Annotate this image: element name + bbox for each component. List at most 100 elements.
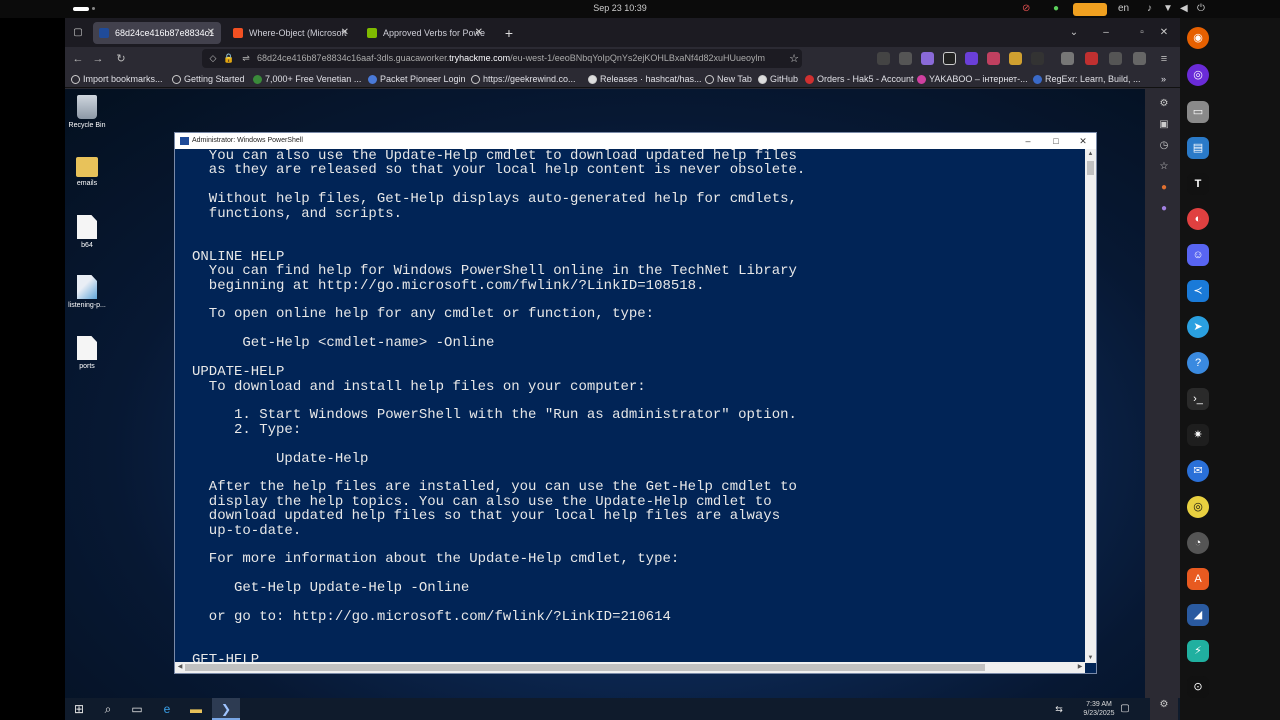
extension-icon[interactable] (1061, 52, 1074, 65)
extension-icon[interactable] (1009, 52, 1022, 65)
close-icon[interactable]: ✕ (1070, 133, 1096, 149)
scroll-right-icon[interactable]: ▶ (1075, 662, 1085, 673)
extension-icon[interactable] (965, 52, 978, 65)
bookmark-item[interactable]: GitHub (758, 72, 798, 86)
show-apps-icon[interactable]: ⊙ (1187, 676, 1209, 698)
scroll-thumb[interactable] (1087, 161, 1094, 175)
extension-icon[interactable]: ▣ (1157, 118, 1171, 132)
minimize-icon[interactable]: – (1015, 133, 1041, 149)
extension-icon[interactable]: ● (1157, 202, 1171, 216)
bookmark-item[interactable]: New Tab (705, 72, 752, 86)
desktop-icon-b64[interactable]: b64 (65, 215, 112, 249)
utility-icon[interactable]: ✷ (1187, 424, 1209, 446)
search-icon[interactable]: ⌕ (94, 698, 122, 720)
help-icon[interactable]: ? (1187, 352, 1209, 374)
wifi-icon[interactable]: ▼ (1163, 2, 1173, 16)
edge-icon[interactable]: e (153, 698, 181, 720)
task-view-icon[interactable]: ▭ (123, 698, 151, 720)
bookmark-star-icon[interactable]: ☆ (785, 50, 803, 68)
power-icon[interactable]: ⏻ (1197, 2, 1205, 16)
music-player-icon[interactable]: ◎ (1187, 496, 1209, 518)
bookmark-item[interactable]: Packet Pioneer Login (368, 72, 466, 86)
reload-icon[interactable]: ↻ (112, 50, 130, 68)
status-badge[interactable] (1073, 3, 1107, 16)
powershell-titlebar[interactable]: Administrator: Windows PowerShell – □ ✕ (175, 133, 1096, 149)
maximize-icon[interactable]: ▫ (1131, 22, 1153, 44)
powershell-taskbar-icon[interactable]: ❯ (212, 698, 240, 720)
desktop-icon-recycle-bin[interactable]: Recycle Bin (65, 95, 112, 129)
language-indicator[interactable]: en (1118, 2, 1129, 16)
tor-browser-icon[interactable]: ◎ (1187, 64, 1209, 86)
shield-icon[interactable]: ● (1053, 2, 1059, 16)
scroll-left-icon[interactable]: ◀ (175, 662, 185, 673)
console-output[interactable]: You can also use the Update-Help cmdlet … (175, 149, 1085, 663)
close-tab-icon[interactable]: ✕ (207, 22, 215, 44)
bookmark-item[interactable]: Releases · hashcat/has... (588, 72, 702, 86)
volume-icon[interactable]: ◀ (1180, 2, 1188, 16)
wireshark-icon[interactable]: ◢ (1187, 604, 1209, 626)
scroll-up-icon[interactable]: ▲ (1085, 149, 1096, 159)
extension-icon[interactable] (1031, 52, 1044, 65)
bookmark-item[interactable]: Orders - Hak5 - Account (805, 72, 914, 86)
lock-icon[interactable]: 🔒 (222, 49, 236, 68)
terminal-icon[interactable]: ›_ (1187, 388, 1209, 410)
more-bookmarks-icon[interactable]: » (1161, 72, 1166, 86)
privacy-icon[interactable]: ⊘ (1022, 2, 1030, 16)
app-icon[interactable]: ◐ (1187, 208, 1209, 230)
disk-icon[interactable]: ◔ (1187, 532, 1209, 554)
tracking-shield-icon[interactable]: ◇ (206, 49, 220, 68)
software-center-icon[interactable]: A (1187, 568, 1209, 590)
scroll-thumb[interactable] (185, 664, 985, 671)
workspace-dot[interactable] (92, 7, 95, 10)
list-tabs-icon[interactable]: ⌄ (1063, 22, 1085, 44)
tab-overview-icon[interactable]: ▢ (67, 22, 89, 44)
bookmark-item[interactable]: YAKABOO – інтернет-... (917, 72, 1028, 86)
extension-icon[interactable] (1085, 52, 1098, 65)
bookmarks-icon[interactable]: ☆ (1157, 160, 1171, 174)
close-tab-icon[interactable]: ✕ (341, 22, 349, 44)
start-icon[interactable]: ⊞ (65, 698, 93, 720)
extension-icon[interactable] (1109, 52, 1122, 65)
activities-indicator[interactable] (73, 7, 89, 11)
firefox-icon[interactable]: ◉ (1187, 27, 1209, 49)
bookmark-item[interactable]: https://geekrewind.co... (471, 72, 576, 86)
customize-icon[interactable]: ⚙ (1157, 698, 1171, 712)
app-icon[interactable]: ⚡ (1187, 640, 1209, 662)
horizontal-scrollbar[interactable]: ◀ ▶ (175, 662, 1085, 673)
desktop-icon-ports[interactable]: ports (65, 336, 112, 370)
document-viewer-icon[interactable]: ▤ (1187, 137, 1209, 159)
desktop-icon-emails[interactable]: emails (65, 153, 112, 187)
tab-guacamole[interactable]: 68d24ce416b87e8834c1 ✕ (93, 22, 221, 44)
vscode-icon[interactable]: ≺ (1187, 280, 1209, 302)
notifications-icon[interactable]: ▢ (1111, 698, 1139, 720)
files-icon[interactable]: ▭ (1187, 101, 1209, 123)
new-tab-button[interactable]: + (499, 22, 519, 44)
extension-icon[interactable] (921, 52, 934, 65)
desktop-icon-listening[interactable]: listening-p... (65, 275, 112, 309)
telegram-icon[interactable]: ➤ (1187, 316, 1209, 338)
network-icon[interactable]: ⇆ (1045, 698, 1073, 720)
extensions-puzzle-icon[interactable] (1133, 52, 1146, 65)
vertical-scrollbar[interactable]: ▲ ▼ (1085, 149, 1096, 663)
system-clock[interactable]: Sep 23 10:39 (560, 3, 680, 13)
bookmark-item[interactable]: Import bookmarks... (71, 72, 163, 86)
bookmark-item[interactable]: Getting Started (172, 72, 245, 86)
file-explorer-icon[interactable]: ▬ (182, 698, 210, 720)
remote-desktop[interactable]: Recycle Bin emails b64 listening-p... po… (65, 89, 1145, 698)
tab-where-object[interactable]: Where-Object (Microsoft ✕ (227, 22, 355, 44)
maximize-icon[interactable]: □ (1043, 133, 1069, 149)
permissions-icon[interactable]: ⇌ (239, 49, 253, 68)
url-bar[interactable]: ◇ 🔒 ⇌ 68d24ce416b87e8834c16aaf-3dls.guac… (202, 49, 802, 68)
close-tab-icon[interactable]: ✕ (475, 22, 483, 44)
bookmark-item[interactable]: RegExr: Learn, Build, ... (1033, 72, 1141, 86)
tab-approved-verbs[interactable]: Approved Verbs for Powe ✕ (361, 22, 489, 44)
extension-icon[interactable] (899, 52, 912, 65)
bookmark-item[interactable]: 7,000+ Free Venetian ... (253, 72, 361, 86)
discord-icon[interactable]: ☺ (1187, 244, 1209, 266)
history-icon[interactable]: ◷ (1157, 139, 1171, 153)
extension-icon[interactable] (987, 52, 1000, 65)
powershell-window[interactable]: Administrator: Windows PowerShell – □ ✕ … (174, 132, 1097, 674)
minimize-icon[interactable]: – (1095, 22, 1117, 44)
typora-icon[interactable]: T (1187, 173, 1209, 195)
extension-icon[interactable] (943, 52, 956, 65)
